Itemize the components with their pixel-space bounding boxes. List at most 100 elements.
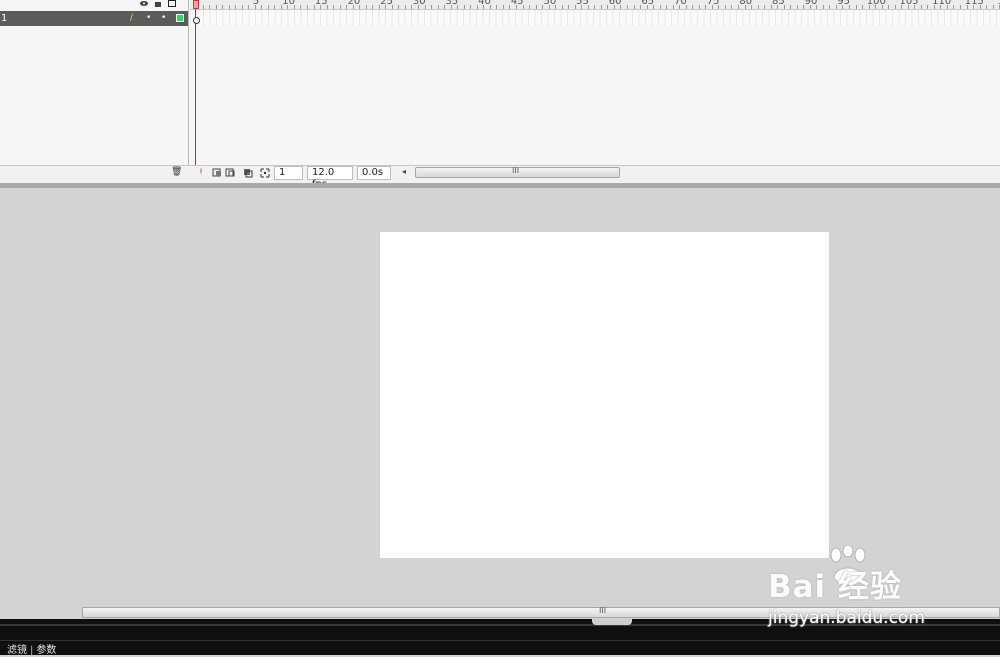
ruler-tick bbox=[398, 5, 400, 9]
ruler-tick bbox=[424, 5, 426, 9]
ruler-tick bbox=[411, 5, 413, 9]
modify-onion-markers-icon[interactable] bbox=[260, 168, 270, 178]
ruler-tick bbox=[359, 5, 361, 9]
layer-outline-color-icon[interactable] bbox=[176, 14, 184, 22]
ruler-tick bbox=[986, 5, 988, 9]
ruler-tick bbox=[653, 5, 655, 9]
ruler-tick bbox=[927, 5, 929, 9]
ruler-tick bbox=[457, 5, 459, 9]
ruler-label: 115 bbox=[964, 0, 984, 7]
ruler-tick bbox=[280, 5, 282, 9]
ruler-tick bbox=[378, 5, 380, 9]
ruler-tick bbox=[907, 5, 909, 9]
frame-rate-field[interactable]: 12.0 fps bbox=[307, 166, 353, 190]
ruler-tick bbox=[711, 5, 713, 9]
ruler-tick bbox=[548, 5, 550, 9]
collapse-panel-tab[interactable] bbox=[592, 619, 632, 625]
ruler-tick bbox=[718, 5, 720, 9]
ruler-tick bbox=[894, 5, 896, 9]
ruler-tick bbox=[450, 5, 452, 9]
ruler-tick bbox=[809, 5, 811, 9]
ruler-tick bbox=[751, 5, 753, 9]
edit-multiple-frames-icon[interactable] bbox=[243, 168, 253, 178]
ruler-tick bbox=[875, 5, 877, 9]
ruler-tick bbox=[992, 5, 994, 9]
ruler-tick bbox=[881, 5, 883, 9]
onion-skin-icon[interactable] bbox=[212, 168, 236, 178]
ruler-tick bbox=[254, 5, 256, 9]
ruler-tick bbox=[862, 5, 864, 9]
ruler-tick bbox=[679, 5, 681, 9]
ruler-tick bbox=[587, 5, 589, 9]
tab-filters[interactable]: 滤镜 bbox=[7, 645, 27, 656]
ruler-tick bbox=[391, 5, 393, 9]
current-frame-field[interactable]: 1 bbox=[274, 166, 303, 180]
ruler-tick bbox=[966, 5, 968, 9]
ruler-tick bbox=[404, 5, 406, 9]
ruler-tick bbox=[973, 5, 975, 9]
ruler-tick bbox=[672, 5, 674, 9]
ruler-tick bbox=[352, 5, 354, 9]
ruler-tick bbox=[248, 5, 250, 9]
ruler-tick bbox=[626, 5, 628, 9]
lock-dot-icon[interactable]: • bbox=[161, 12, 166, 25]
ruler-tick bbox=[568, 5, 570, 9]
tab-separator: | bbox=[30, 645, 34, 656]
ruler-tick bbox=[613, 5, 615, 9]
ruler-tick bbox=[444, 5, 446, 9]
ruler-tick bbox=[215, 5, 217, 9]
ruler-tick bbox=[293, 5, 295, 9]
ruler-tick bbox=[463, 5, 465, 9]
ruler-tick bbox=[835, 5, 837, 9]
ruler-tick bbox=[829, 5, 831, 9]
ruler-tick bbox=[920, 5, 922, 9]
ruler-tick bbox=[816, 5, 818, 9]
ruler-tick bbox=[287, 5, 289, 9]
center-frame-icon[interactable]: ⍿ bbox=[196, 167, 206, 178]
ruler-label: 110 bbox=[932, 0, 952, 7]
ruler-tick bbox=[274, 5, 276, 9]
ruler-tick bbox=[313, 5, 315, 9]
ruler-tick bbox=[757, 5, 759, 9]
ruler-tick bbox=[307, 5, 308, 9]
eye-icon[interactable] bbox=[140, 0, 148, 7]
ruler-tick bbox=[790, 5, 792, 9]
ruler-tick bbox=[502, 5, 504, 9]
ruler-tick bbox=[555, 5, 557, 9]
ruler-tick bbox=[594, 5, 596, 9]
keyframe[interactable] bbox=[193, 17, 200, 24]
ruler-tick bbox=[607, 5, 609, 9]
ruler-label: 100 bbox=[866, 0, 886, 7]
tab-parameters[interactable]: 参数 bbox=[36, 645, 56, 656]
layer-row[interactable] bbox=[0, 11, 188, 26]
ruler-tick bbox=[640, 5, 642, 9]
frame-area bbox=[190, 26, 1000, 165]
ruler-tick bbox=[633, 5, 635, 9]
ruler-tick bbox=[960, 5, 961, 9]
ruler-tick bbox=[300, 5, 302, 9]
ruler-tick bbox=[698, 5, 700, 9]
ruler-tick bbox=[731, 5, 733, 9]
ruler-tick bbox=[764, 5, 766, 9]
ruler-tick bbox=[522, 5, 524, 9]
lock-icon[interactable] bbox=[154, 0, 162, 7]
outline-icon[interactable] bbox=[168, 0, 176, 7]
ruler-tick bbox=[600, 5, 602, 9]
visibility-dot-icon[interactable]: • bbox=[146, 12, 151, 25]
ruler-tick bbox=[241, 5, 243, 9]
playhead[interactable] bbox=[193, 0, 199, 9]
ruler-tick bbox=[777, 5, 779, 9]
scroll-left-arrow-icon[interactable]: ◂ bbox=[402, 167, 406, 176]
ruler-tick bbox=[437, 5, 439, 9]
stage-canvas[interactable] bbox=[380, 232, 829, 558]
layer-name[interactable]: 1 bbox=[1, 12, 7, 25]
ruler-tick bbox=[744, 5, 746, 9]
ruler-tick bbox=[822, 5, 824, 9]
frame-track[interactable] bbox=[190, 10, 1000, 26]
ruler-tick bbox=[496, 5, 498, 9]
ruler-tick bbox=[326, 5, 328, 9]
ruler-tick bbox=[365, 5, 367, 9]
ruler-tick bbox=[724, 5, 726, 9]
ruler-tick bbox=[855, 5, 857, 9]
delete-layer-icon[interactable]: 🗑 bbox=[171, 167, 182, 178]
